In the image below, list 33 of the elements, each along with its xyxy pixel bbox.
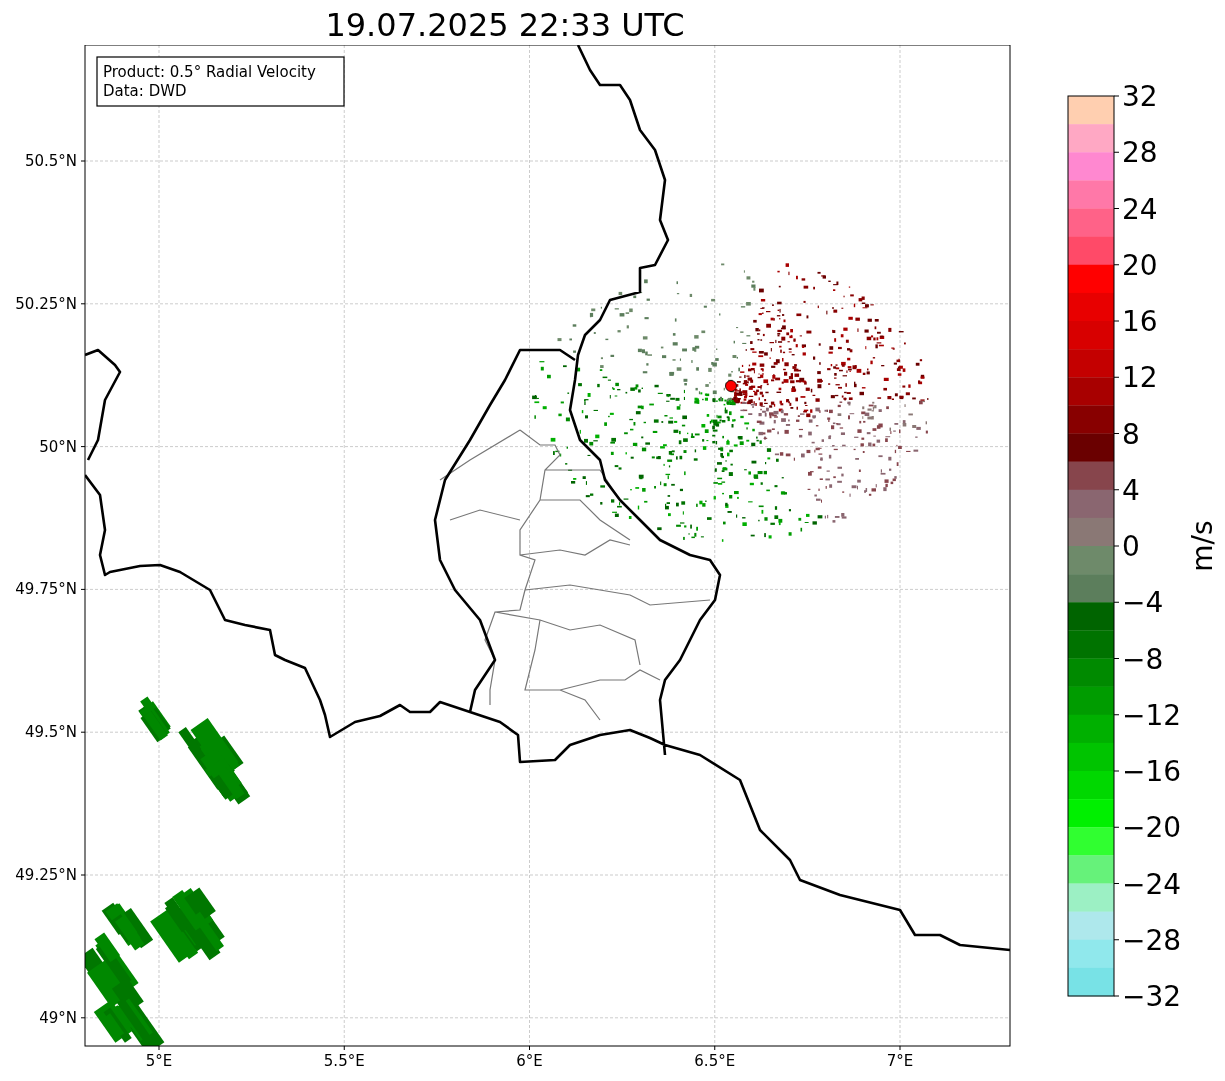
chart-title: 19.07.2025 22:33 UTC [324, 5, 686, 45]
axis-tick-label: 6.5°E [694, 1052, 736, 1070]
colorbar-tick-label: −12 [1122, 698, 1182, 732]
colorbar-tick-label: −8 [1122, 642, 1164, 676]
colorbar-tick-label: −32 [1122, 980, 1182, 1013]
axis-tick-label: 5.5°E [323, 1052, 365, 1070]
colorbar-tick-label: −20 [1122, 811, 1182, 845]
axis-tick-label: 5°E [145, 1052, 173, 1070]
colorbar-tick-label: −24 [1122, 867, 1182, 901]
axis-tick-label: 49.25°N [15, 866, 77, 884]
axis-tick-label: 50°N [39, 437, 77, 456]
axis-tick-label: 6°E [516, 1052, 543, 1070]
axis-tick-label: 49.5°N [24, 723, 77, 742]
axis-tick-label: 7°E [886, 1052, 914, 1070]
colorbar-tick-label: 8 [1122, 417, 1140, 451]
colorbar-tick-label: −16 [1122, 755, 1182, 788]
axis-tick-label: 50.5°N [24, 152, 77, 170]
colorbar-tick-label: 12 [1122, 361, 1158, 395]
axis-tick-label: 49.75°N [15, 580, 77, 599]
info-text: Data: DWD [103, 82, 187, 100]
colorbar-tick-label: −4 [1122, 586, 1164, 620]
colorbar-tick-label: 28 [1122, 136, 1158, 170]
axis-tick-label: 50.25°N [15, 294, 77, 313]
colorbar-tick-label: 24 [1122, 192, 1158, 226]
info-text: Product: 0.5° Radial Velocity [103, 63, 316, 81]
axis-tick-label: 49°N [39, 1008, 77, 1027]
colorbar-tick-label: 32 [1122, 80, 1158, 113]
colorbar-tick-label: 0 [1122, 530, 1140, 563]
colorbar-tick-label: −28 [1122, 923, 1182, 957]
colorbar-tick-label: 16 [1122, 305, 1158, 338]
unit-label: m/s [1186, 520, 1219, 572]
colorbar-tick-label: 4 [1122, 473, 1140, 507]
colorbar-tick-label: 20 [1122, 248, 1158, 282]
